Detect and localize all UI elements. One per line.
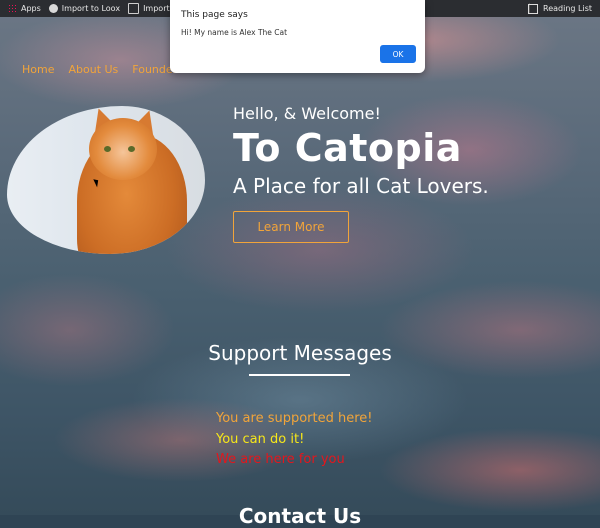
dialog-title: This page says [181,10,248,20]
dialog-message: Hi! My name is Alex The Cat [181,28,288,37]
hero-tagline: A Place for all Cat Lovers. [233,174,489,198]
cat-eye-shape [128,146,135,152]
learn-more-button[interactable]: Learn More [233,211,349,243]
contact-section-title: Contact Us [238,504,362,528]
section-divider [249,374,350,376]
nav-item-home[interactable]: Home [22,63,54,76]
hero-greeting: Hello, & Welcome! [233,104,381,123]
bookmark-label: Import to Loox [61,4,121,13]
support-message: You can do it! [216,432,305,447]
reading-list-label: Reading List [543,4,592,13]
support-message: You are supported here! [216,411,373,426]
nav-item-about-us[interactable]: About Us [68,63,118,76]
support-message: We are here for you [216,452,345,467]
cat-head-shape [89,118,157,180]
folder-icon [128,3,140,14]
bookmark-apps[interactable]: Apps [8,4,41,13]
reading-list-icon [528,3,538,14]
alert-dialog: This page says Hi! My name is Alex The C… [170,0,425,73]
globe-icon [48,4,58,13]
reading-list-button[interactable]: Reading List [528,0,592,17]
bookmark-import-to-loox[interactable]: Import to Loox [48,4,121,13]
ok-button[interactable]: OK [380,45,416,63]
support-section-title: Support Messages [208,341,392,365]
apps-grid-icon [8,4,17,13]
cat-eye-shape [104,146,111,152]
bookmark-label: Apps [21,4,41,13]
hero-title: To Catopia [233,126,462,170]
